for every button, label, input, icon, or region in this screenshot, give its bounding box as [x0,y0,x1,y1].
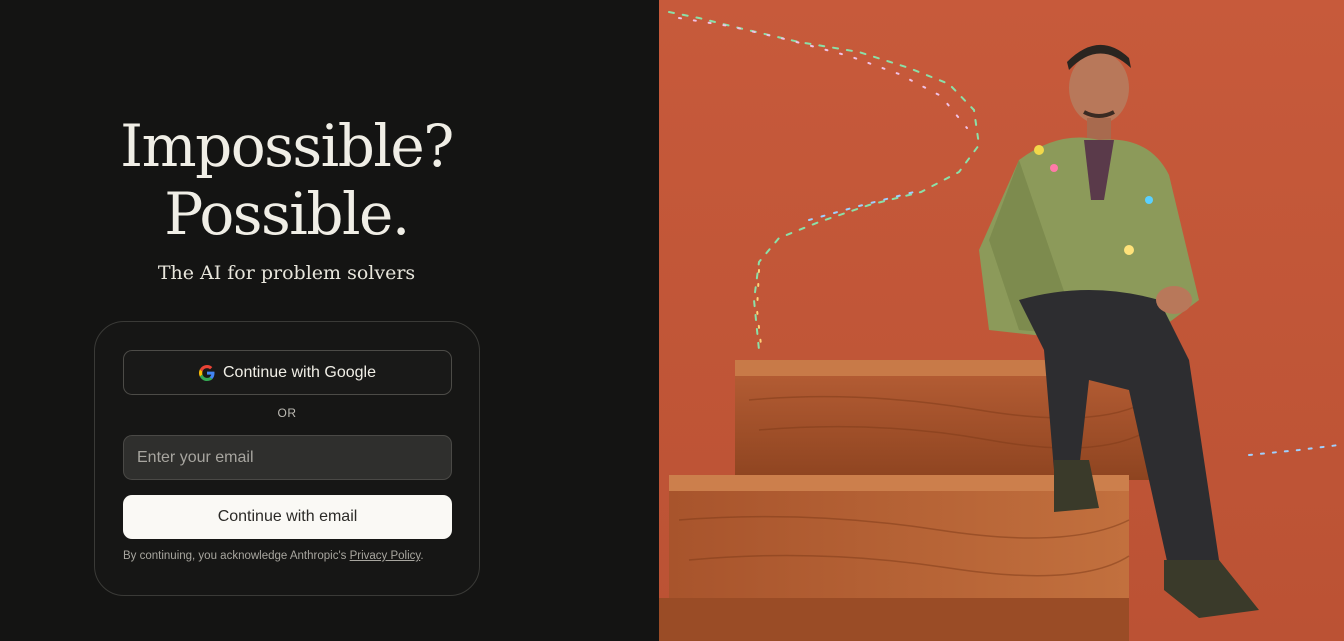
privacy-notice-text: By continuing, you acknowledge Anthropic… [123,550,350,562]
privacy-notice-end: . [420,550,424,562]
continue-with-email-button[interactable]: Continue with email [123,495,452,539]
headline-line-1: Impossible? [120,112,454,180]
headline-line-2: Possible. [164,180,410,248]
or-divider: OR [277,406,297,420]
privacy-policy-link[interactable]: Privacy Policy [350,550,421,562]
login-panel: Impossible? Possible. The AI for problem… [0,0,659,641]
privacy-notice: By continuing, you acknowledge Anthropic… [123,550,463,562]
hero-tagline: The AI for problem solvers [157,262,416,284]
hero-headline: Impossible? Possible. [0,112,573,248]
hero-illustration [659,0,1344,641]
email-input[interactable] [123,435,452,480]
google-icon [199,364,215,381]
hero-photo [659,0,1344,641]
continue-with-google-button[interactable]: Continue with Google [123,350,452,395]
google-button-label: Continue with Google [223,363,376,381]
login-card: Continue with Google OR Continue with em… [94,321,480,596]
login-page: Impossible? Possible. The AI for problem… [0,0,1344,641]
